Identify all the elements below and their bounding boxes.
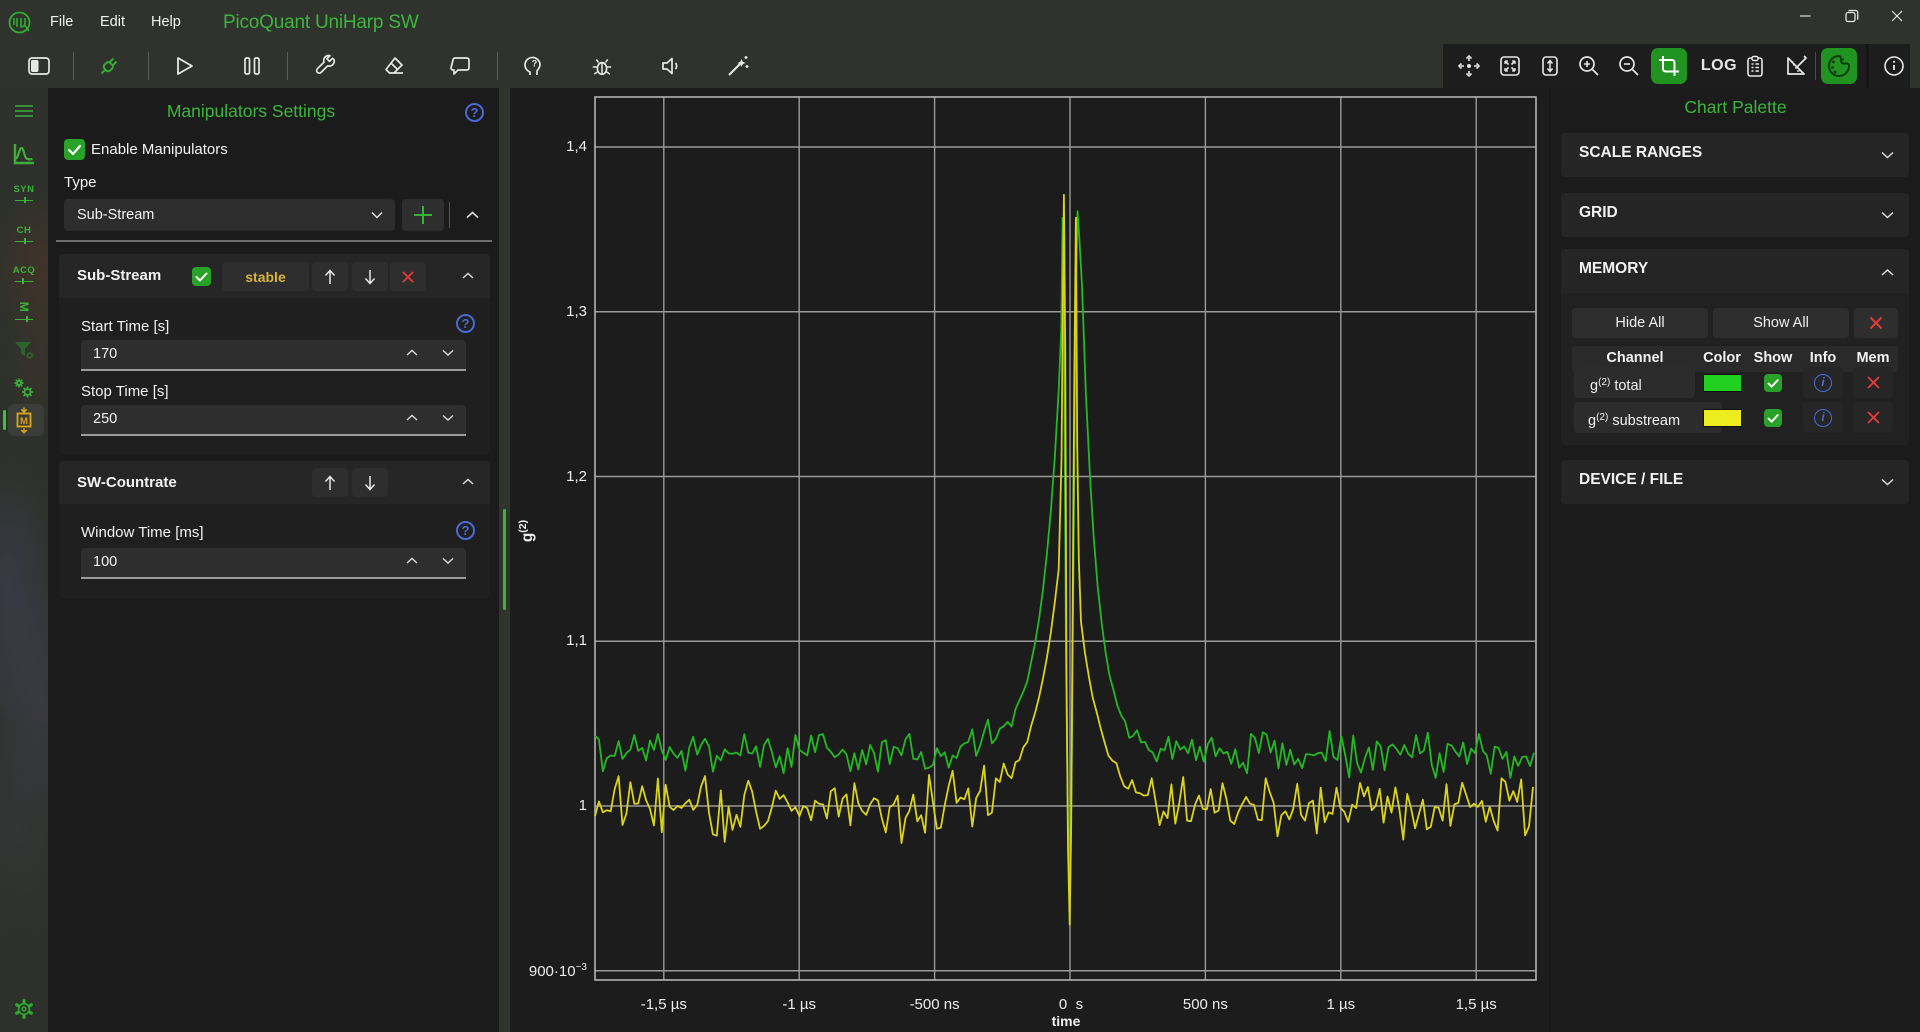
svg-text:M: M	[20, 416, 28, 427]
svg-text:?: ?	[532, 59, 538, 69]
